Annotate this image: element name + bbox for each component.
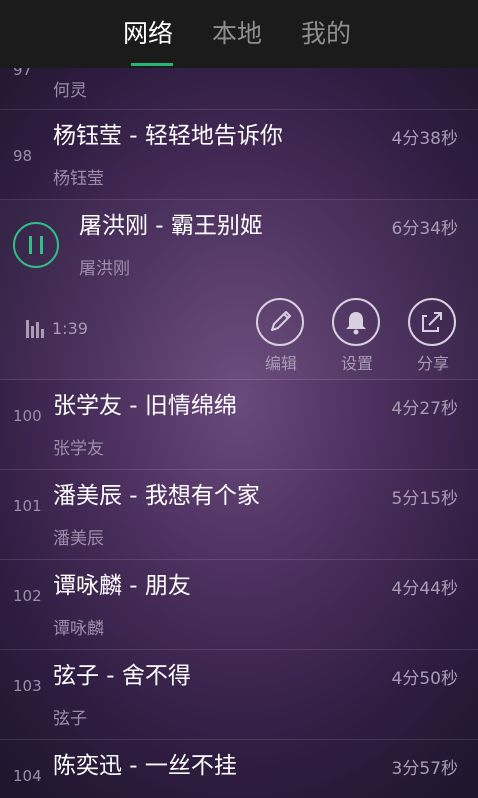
pencil-icon (271, 311, 291, 331)
song-row[interactable]: 101 潘美辰 - 我想有个家 潘美辰 5分15秒 (0, 470, 478, 560)
song-artist: 张学友 (53, 439, 104, 459)
song-artist: 何灵 (53, 81, 87, 101)
song-row[interactable]: 97 何灵 (0, 68, 478, 110)
song-artist: 谭咏麟 (53, 619, 104, 639)
song-duration: 4分38秒 (391, 129, 458, 149)
song-title: 谭咏麟 - 朋友 (53, 573, 191, 599)
action-circle (332, 298, 380, 346)
song-duration: 3分57秒 (391, 759, 458, 779)
action-label: 编辑 (264, 354, 297, 373)
elapsed-time: 1:39 (52, 319, 88, 338)
action-label: 设置 (340, 354, 373, 373)
song-row[interactable]: 104 陈奕迅 - 一丝不挂 3分57秒 (0, 740, 478, 798)
song-number: 103 (13, 677, 42, 695)
song-duration: 4分50秒 (391, 669, 458, 689)
song-number: 104 (13, 767, 42, 785)
song-row[interactable]: 98 杨钰莹 - 轻轻地告诉你 杨钰莹 4分38秒 (0, 110, 478, 200)
share-icon (422, 312, 442, 332)
song-duration: 6分34秒 (391, 219, 458, 239)
song-artist: 杨钰莹 (53, 169, 104, 189)
song-duration: 5分15秒 (391, 489, 458, 509)
song-title: 陈奕迅 - 一丝不挂 (53, 753, 237, 779)
song-duration: 4分27秒 (391, 399, 458, 419)
action-circle (256, 298, 304, 346)
song-number: 102 (13, 587, 42, 605)
song-list[interactable]: 97 何灵 98 杨钰莹 - 轻轻地告诉你 杨钰莹 4分38秒 屠洪刚 - 霸王… (0, 68, 478, 798)
tab-local[interactable]: 本地 (212, 18, 262, 50)
song-number: 98 (13, 147, 33, 165)
bell-icon (346, 312, 366, 335)
song-title: 弦子 - 舍不得 (53, 663, 191, 689)
song-title: 张学友 - 旧情绵绵 (53, 393, 237, 419)
song-duration: 4分44秒 (391, 579, 458, 599)
song-row-playing[interactable]: 屠洪刚 - 霸王别姬 屠洪刚 6分34秒 1:39 编辑 设置 分享 (0, 200, 478, 380)
song-row[interactable]: 102 谭咏麟 - 朋友 谭咏麟 4分44秒 (0, 560, 478, 650)
song-artist: 潘美辰 (53, 529, 104, 549)
song-title: 屠洪刚 - 霸王别姬 (79, 213, 263, 239)
top-tab-bar: 网络 本地 我的 (0, 0, 478, 68)
equalizer-icon (26, 320, 46, 338)
song-row[interactable]: 100 张学友 - 旧情绵绵 张学友 4分27秒 (0, 380, 478, 470)
song-artist: 屠洪刚 (79, 259, 130, 279)
tab-mine[interactable]: 我的 (301, 18, 351, 50)
action-circle (408, 298, 456, 346)
pause-icon (29, 236, 32, 254)
song-title: 潘美辰 - 我想有个家 (53, 483, 260, 509)
tab-network[interactable]: 网络 (123, 18, 173, 50)
song-title: 杨钰莹 - 轻轻地告诉你 (53, 123, 283, 149)
song-number: 100 (13, 407, 42, 425)
pause-icon (40, 236, 43, 254)
active-tab-indicator (131, 63, 173, 66)
song-row[interactable]: 103 弦子 - 舍不得 弦子 4分50秒 (0, 650, 478, 740)
song-number: 97 (13, 68, 33, 79)
action-label: 分享 (416, 354, 449, 373)
song-number: 101 (13, 497, 42, 515)
pause-button[interactable] (13, 222, 59, 268)
song-artist: 弦子 (53, 709, 87, 729)
